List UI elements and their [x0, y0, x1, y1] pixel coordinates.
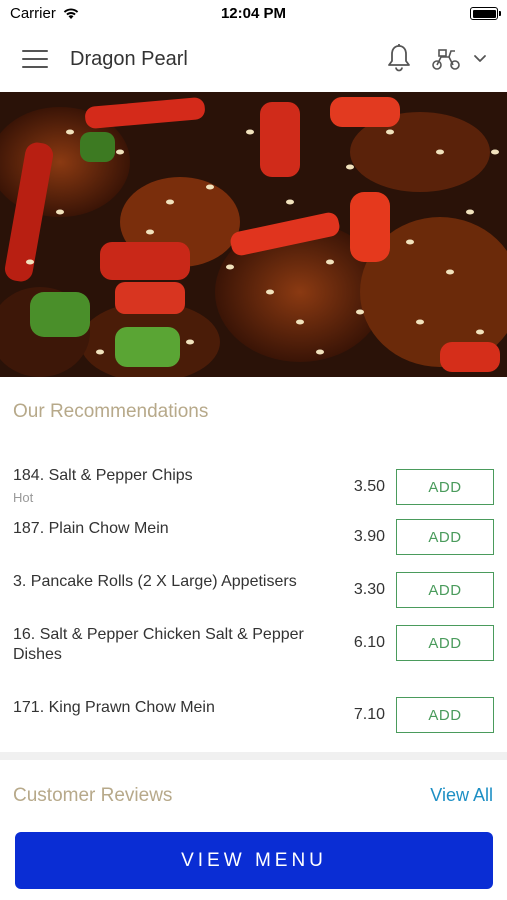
item-price: 3.50: [353, 478, 385, 495]
list-item: 187. Plain Chow Mein 3.90 ADD: [0, 519, 507, 563]
item-name: 184. Salt & Pepper Chips: [13, 467, 193, 484]
hero-food-image: [0, 92, 507, 377]
item-name: 187. Plain Chow Mein: [13, 520, 169, 537]
restaurant-name: Dragon Pearl: [70, 48, 188, 70]
add-button[interactable]: ADD: [396, 519, 494, 555]
reviews-title: Customer Reviews: [13, 785, 173, 806]
item-name: 171. King Prawn Chow Mein: [13, 699, 215, 716]
add-button[interactable]: ADD: [396, 625, 494, 661]
add-button[interactable]: ADD: [396, 697, 494, 733]
battery-icon: [470, 7, 501, 20]
view-menu-button[interactable]: VIEW MENU: [15, 832, 493, 889]
item-tag: Hot: [13, 490, 34, 505]
item-name: 3. Pancake Rolls (2 X Large) Appetisers: [13, 573, 297, 590]
app-header: Dragon Pearl: [0, 28, 507, 92]
bell-icon[interactable]: [386, 43, 412, 73]
list-item: 3. Pancake Rolls (2 X Large) Appetisers …: [0, 572, 507, 616]
item-price: 7.10: [353, 706, 385, 723]
list-item: 16. Salt & Pepper Chicken Salt & Pepper …: [0, 625, 507, 681]
item-price: 6.10: [353, 634, 385, 651]
menu-icon[interactable]: [22, 50, 48, 70]
delivery-scooter-icon[interactable]: [431, 47, 461, 71]
status-bar: Carrier 12:04 PM: [0, 0, 507, 28]
item-name: 16. Salt & Pepper Chicken Salt & Pepper …: [13, 626, 304, 663]
status-time: 12:04 PM: [220, 5, 287, 22]
item-price: 3.90: [353, 528, 385, 545]
section-divider: [0, 752, 507, 760]
list-item: 171. King Prawn Chow Mein 7.10 ADD: [0, 697, 507, 742]
chevron-down-icon[interactable]: [473, 54, 487, 64]
recommendations-title: Our Recommendations: [13, 401, 209, 422]
list-item: 184. Salt & Pepper Chips Hot 3.50 ADD: [0, 466, 507, 510]
add-button[interactable]: ADD: [396, 469, 494, 505]
add-button[interactable]: ADD: [396, 572, 494, 608]
food-photo: [0, 92, 507, 377]
item-price: 3.30: [353, 581, 385, 598]
view-all-reviews-link[interactable]: View All: [430, 785, 493, 806]
